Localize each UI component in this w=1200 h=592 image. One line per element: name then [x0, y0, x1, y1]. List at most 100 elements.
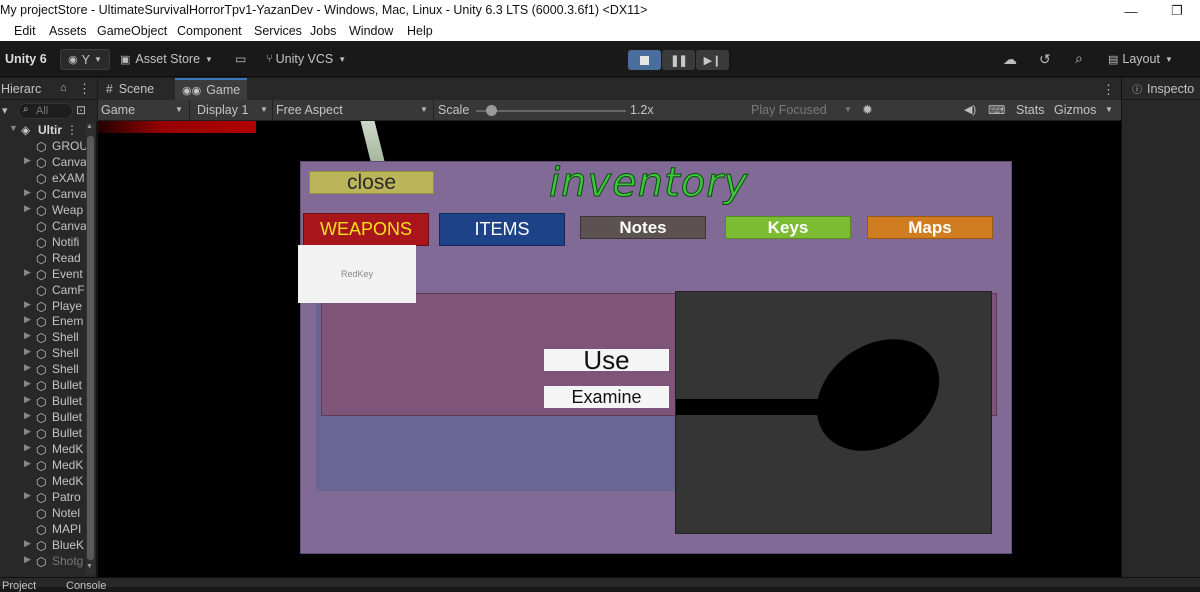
menu-component[interactable]: Component [177, 24, 242, 38]
package-icon[interactable]: ▭ [235, 52, 246, 66]
expand-arrow-icon[interactable]: ▶ [24, 155, 31, 166]
account-button[interactable]: ◉ Y ▼ [60, 49, 110, 70]
expand-arrow-icon[interactable]: ▶ [24, 490, 31, 501]
hierarchy-item[interactable]: ⬡ MAPI [0, 522, 88, 538]
hierarchy-item[interactable]: ▶ ⬡ Playe [0, 299, 88, 315]
hierarchy-tab[interactable]: Hierarc [1, 82, 41, 96]
hierarchy-search-input[interactable]: ⌕ All [18, 103, 73, 119]
hierarchy-item[interactable]: ▶ ⬡ Canva [0, 187, 88, 203]
vcs-button[interactable]: ⑂ Unity VCS ▼ [266, 52, 346, 66]
tab-project[interactable]: Project [2, 580, 36, 592]
expand-arrow-icon[interactable]: ▶ [24, 458, 31, 469]
restore-button[interactable]: ❐ [1154, 0, 1200, 22]
tab-notes[interactable]: Notes [580, 216, 706, 239]
gizmos-button[interactable]: Gizmos [1054, 103, 1096, 117]
hierarchy-item[interactable]: ⬡ Notifi [0, 235, 88, 251]
hierarchy-item[interactable]: ▶ ⬡ BlueK [0, 538, 88, 554]
lock-icon[interactable]: ⌂ [60, 82, 67, 94]
game-mode-dropdown[interactable]: Game [101, 103, 135, 117]
close-button[interactable]: close [309, 171, 434, 194]
layout-dropdown[interactable]: ▤ Layout ▼ [1108, 52, 1173, 66]
tab-console[interactable]: Console [66, 580, 106, 592]
tab-game[interactable]: ◉◉ Game [175, 78, 247, 100]
stop-button[interactable] [628, 50, 661, 70]
tab-items[interactable]: ITEMS [439, 213, 565, 246]
tab-inspector[interactable]: ⓘ Inspecto [1122, 78, 1200, 100]
hierarchy-root-row[interactable]: ▼ ◈ Ultir ⋮ [0, 123, 88, 139]
minimize-button[interactable]: — [1108, 0, 1154, 22]
audio-icon[interactable]: ◀) [964, 103, 976, 116]
add-dropdown-icon[interactable]: ▾ [2, 104, 8, 117]
examine-button[interactable]: Examine [544, 386, 669, 408]
expand-arrow-icon[interactable]: ▶ [24, 538, 31, 549]
scene-search-icon[interactable]: ⊡ [76, 103, 86, 117]
hierarchy-scroll-thumb[interactable] [87, 136, 94, 560]
expand-arrow-icon[interactable]: ▶ [24, 362, 31, 373]
menu-jobs[interactable]: Jobs [310, 24, 336, 38]
expand-arrow-icon[interactable]: ▶ [24, 299, 31, 310]
step-button[interactable]: ▶❙ [696, 50, 729, 70]
menu-edit[interactable]: Edit [14, 24, 36, 38]
scale-slider-track[interactable] [476, 110, 626, 112]
hierarchy-item[interactable]: ▶ ⬡ Bullet [0, 426, 88, 442]
expand-arrow-icon[interactable]: ▶ [24, 394, 31, 405]
expand-arrow-icon[interactable]: ▶ [24, 554, 31, 565]
menu-gameobject[interactable]: GameObject [97, 24, 167, 38]
hierarchy-item[interactable]: ⬡ MedK [0, 474, 88, 490]
hierarchy-item[interactable]: ▶ ⬡ Enem [0, 314, 88, 330]
aspect-dropdown[interactable]: Free Aspect [276, 103, 343, 117]
expand-arrow-icon[interactable]: ▶ [24, 442, 31, 453]
hierarchy-item[interactable]: ▶ ⬡ Shell [0, 330, 88, 346]
expand-arrow-icon[interactable]: ▶ [24, 267, 31, 278]
hierarchy-item[interactable]: ⬡ Read [0, 251, 88, 267]
expand-arrow-icon[interactable]: ▶ [24, 426, 31, 437]
hierarchy-item[interactable]: ⬡ CamF [0, 283, 88, 299]
game-viewport[interactable]: close inventory WEAPONS ITEMS Notes Keys… [98, 121, 1121, 587]
hierarchy-item[interactable]: ▶ ⬡ Bullet [0, 394, 88, 410]
hierarchy-item[interactable]: ▶ ⬡ Shotg [0, 554, 88, 570]
menu-services[interactable]: Services [254, 24, 302, 38]
unity-version-label[interactable]: Unity 6 [5, 52, 47, 66]
hierarchy-item[interactable]: ⬡ eXAM [0, 171, 88, 187]
expand-arrow-icon[interactable]: ▶ [24, 187, 31, 198]
hierarchy-item[interactable]: ▶ ⬡ Bullet [0, 410, 88, 426]
hierarchy-item[interactable]: ▶ ⬡ Event [0, 267, 88, 283]
display-dropdown[interactable]: Display 1 [197, 103, 248, 117]
inventory-slot-redkey[interactable]: RedKey [298, 245, 416, 303]
stats-button[interactable]: Stats [1016, 103, 1045, 117]
hierarchy-item[interactable]: ⬡ GROU [0, 139, 88, 155]
more-options-icon[interactable]: ⋮ [78, 81, 91, 97]
menu-assets[interactable]: Assets [49, 24, 87, 38]
scale-slider-handle[interactable] [486, 105, 497, 116]
search-icon[interactable]: ⌕ [1075, 50, 1083, 67]
tab-scene[interactable]: # Scene [106, 78, 154, 100]
menu-window[interactable]: Window [349, 24, 393, 38]
hierarchy-item[interactable]: ▶ ⬡ Canva [0, 155, 88, 171]
hierarchy-item[interactable]: ⬡ Notel [0, 506, 88, 522]
scroll-down-icon[interactable]: ▼ [86, 563, 93, 570]
use-button[interactable]: Use [544, 345, 669, 375]
more-options-icon[interactable]: ⋮ [1102, 82, 1115, 98]
history-icon[interactable]: ↺ [1039, 51, 1051, 68]
hierarchy-item[interactable]: ⬡ Canva [0, 219, 88, 235]
expand-arrow-icon[interactable]: ▼ [9, 123, 18, 133]
pause-button[interactable]: ❚❚ [662, 50, 695, 70]
expand-arrow-icon[interactable]: ▶ [24, 346, 31, 357]
bug-icon[interactable]: ✹ [862, 102, 873, 118]
tab-keys[interactable]: Keys [725, 216, 851, 239]
hierarchy-item[interactable]: ▶ ⬡ MedK [0, 458, 88, 474]
cloud-icon[interactable]: ☁ [1003, 51, 1017, 68]
hierarchy-item[interactable]: ▶ ⬡ Weap [0, 203, 88, 219]
hierarchy-item[interactable]: ▶ ⬡ Shell [0, 346, 88, 362]
hierarchy-item[interactable]: ▶ ⬡ Shell [0, 362, 88, 378]
play-focused-dropdown[interactable]: Play Focused [751, 103, 827, 117]
hierarchy-item[interactable]: ▶ ⬡ Patro [0, 490, 88, 506]
expand-arrow-icon[interactable]: ▶ [24, 378, 31, 389]
expand-arrow-icon[interactable]: ▶ [24, 330, 31, 341]
tab-maps[interactable]: Maps [867, 216, 993, 239]
expand-arrow-icon[interactable]: ▶ [24, 203, 31, 214]
scroll-up-icon[interactable]: ▲ [86, 123, 93, 130]
hierarchy-item[interactable]: ▶ ⬡ MedK [0, 442, 88, 458]
expand-arrow-icon[interactable]: ▶ [24, 314, 31, 325]
more-options-icon[interactable]: ⋮ [66, 123, 78, 137]
